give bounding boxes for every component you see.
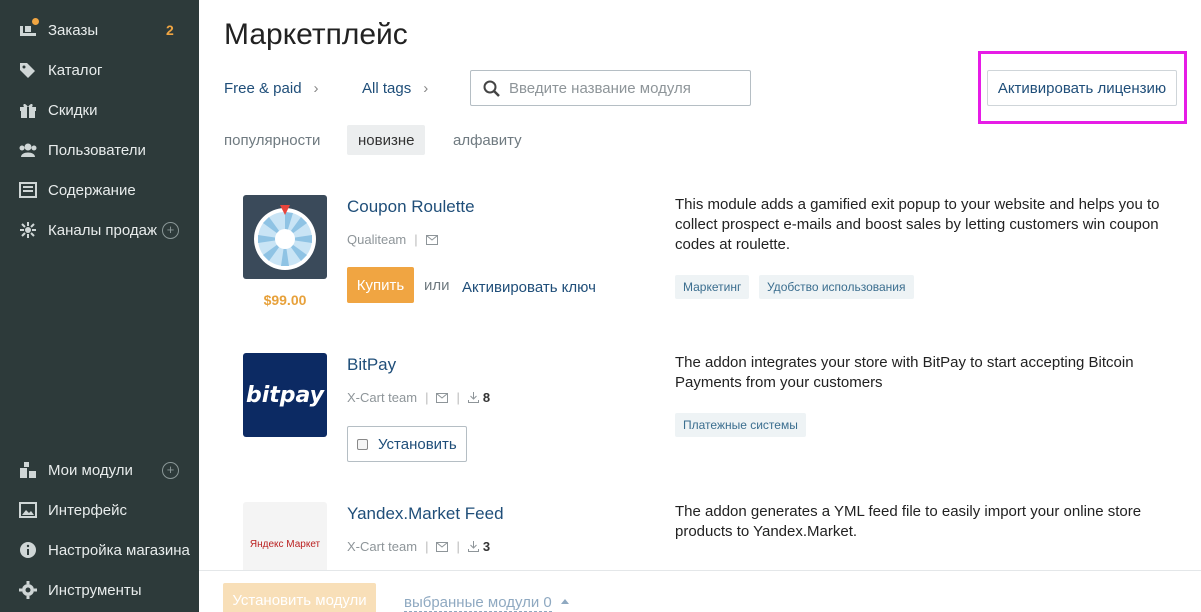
module-title[interactable]: BitPay: [347, 355, 396, 375]
add-channel-plus-icon[interactable]: +: [162, 221, 179, 239]
module-search: [470, 70, 751, 106]
checkbox[interactable]: [357, 438, 368, 450]
sidebar-item-label: Каталог: [48, 61, 103, 79]
activate-key-link[interactable]: Активировать ключ: [462, 279, 596, 296]
module-description: The addon integrates your store with Bit…: [675, 354, 1134, 391]
sidebar-item-users[interactable]: Пользователи: [0, 130, 199, 170]
tag-usability[interactable]: Удобство использования: [759, 275, 914, 299]
sidebar-item-content[interactable]: Содержание: [0, 170, 199, 210]
envelope-icon[interactable]: [436, 541, 449, 552]
module-author: X-Cart team: [347, 390, 418, 405]
price-filter-label: Free & paid: [224, 80, 302, 97]
sidebar-item-label: Каналы продаж: [48, 221, 158, 239]
tag-icon: [18, 60, 38, 80]
module-author: Qualiteam: [347, 232, 407, 247]
buy-button[interactable]: Купить: [347, 267, 414, 303]
download-count: 8: [482, 390, 491, 405]
tags-filter-label: All tags: [362, 80, 412, 97]
price-filter-dropdown[interactable]: Free & paid ›: [224, 80, 319, 97]
sidebar-item-orders[interactable]: Заказы 2: [0, 10, 199, 50]
sidebar-item-label: Скидки: [48, 101, 98, 119]
sidebar-item-catalog[interactable]: Каталог: [0, 50, 199, 90]
envelope-icon[interactable]: [425, 234, 438, 245]
coupon-roulette-logo[interactable]: [243, 195, 327, 279]
search-icon: [483, 80, 500, 97]
bitpay-logo[interactable]: bitpay: [243, 353, 327, 437]
sort-alphabet[interactable]: алфавиту: [442, 125, 533, 155]
caret-up-icon[interactable]: [561, 599, 569, 604]
orders-icon: [18, 18, 39, 40]
search-input[interactable]: [509, 77, 739, 99]
module-meta: Qualiteam |: [347, 232, 438, 247]
module-description: The addon generates a YML feed file to e…: [675, 503, 1142, 540]
sidebar-item-interface[interactable]: Интерфейс: [0, 490, 199, 530]
bottom-action-bar: Установить модули выбранные модули 0: [199, 570, 1201, 612]
chevron-right-icon: ›: [313, 80, 319, 97]
activate-license-button[interactable]: Активировать лицензию: [987, 70, 1177, 106]
sidebar: Заказы 2 Каталог Скидки Пользователи Сод…: [0, 0, 199, 612]
sidebar-item-label: Мои модули: [48, 461, 133, 479]
chevron-right-icon: ›: [423, 80, 429, 97]
install-checkbox-button[interactable]: Установить: [347, 426, 467, 462]
info-icon: [18, 540, 38, 560]
tags-filter-dropdown[interactable]: All tags ›: [362, 80, 428, 97]
sidebar-item-sales-channels[interactable]: Каналы продаж +: [0, 210, 199, 250]
channels-icon: [18, 220, 38, 240]
sidebar-item-label: Пользователи: [48, 141, 146, 159]
sidebar-item-label: Содержание: [48, 181, 136, 199]
sidebar-item-label: Заказы: [48, 21, 99, 39]
gift-icon: [18, 100, 38, 120]
content-icon: [18, 180, 38, 200]
page-title: Маркетплейс: [224, 18, 408, 51]
gear-icon: [18, 580, 38, 600]
or-label: или: [424, 277, 450, 294]
users-icon: [18, 140, 38, 160]
module-meta: X-Cart team | | 3: [347, 539, 491, 554]
module-meta: X-Cart team | | 8: [347, 390, 491, 405]
module-author: X-Cart team: [347, 539, 418, 554]
sidebar-item-store-settings[interactable]: Настройка магазина: [0, 530, 199, 570]
sidebar-item-tools[interactable]: Инструменты: [0, 570, 199, 610]
download-count: 3: [482, 539, 491, 554]
sidebar-item-my-modules[interactable]: Мои модули +: [0, 450, 199, 490]
module-description: This module adds a gamified exit popup t…: [675, 196, 1160, 253]
sidebar-item-label: Настройка магазина: [48, 541, 190, 559]
download-icon: [467, 392, 479, 403]
install-modules-button[interactable]: Установить модули: [223, 583, 376, 612]
module-title[interactable]: Coupon Roulette: [347, 197, 475, 217]
add-module-plus-icon[interactable]: +: [162, 461, 179, 479]
sidebar-item-label: Интерфейс: [48, 501, 128, 519]
sort-newest[interactable]: новизне: [347, 125, 426, 155]
tag-payment-systems[interactable]: Платежные системы: [675, 413, 806, 437]
sidebar-item-discounts[interactable]: Скидки: [0, 90, 199, 130]
sort-popularity[interactable]: популярности: [213, 125, 331, 155]
sidebar-item-label: Инструменты: [48, 581, 142, 599]
download-icon: [467, 541, 479, 552]
main-content: Маркетплейс Free & paid › All tags › Актив…: [199, 0, 1201, 612]
install-label: Установить: [378, 435, 457, 453]
module-price: $99.00: [263, 292, 307, 308]
module-title[interactable]: Yandex.Market Feed: [347, 504, 504, 524]
tag-marketing[interactable]: Маркетинг: [675, 275, 750, 299]
image-icon: [18, 500, 38, 520]
modules-icon: [18, 460, 38, 480]
orders-count-badge: 2: [166, 22, 174, 38]
envelope-icon[interactable]: [436, 392, 449, 403]
selected-modules-toggle[interactable]: выбранные модули 0: [404, 594, 552, 612]
